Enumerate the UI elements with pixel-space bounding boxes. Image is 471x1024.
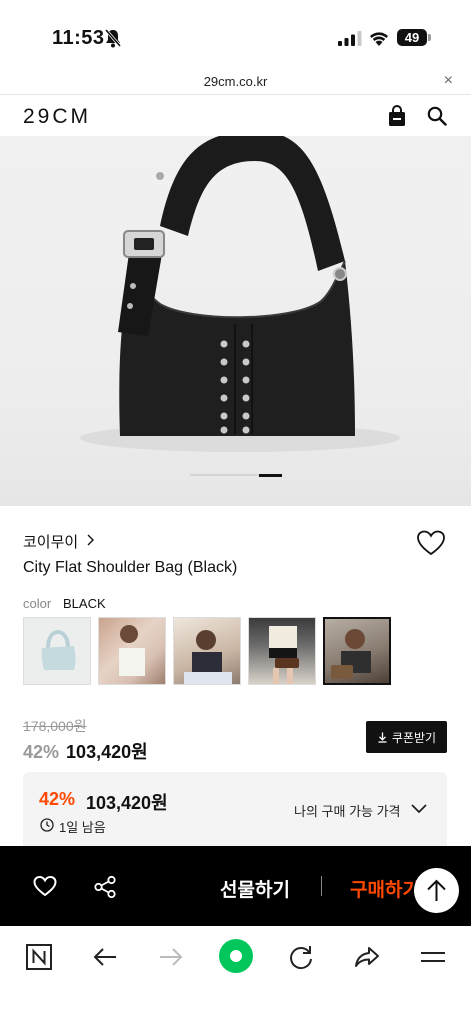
swatch-2[interactable] (98, 617, 166, 685)
search-icon[interactable] (427, 106, 447, 126)
swatch-image (269, 626, 299, 684)
forward-arrow-icon[interactable] (157, 943, 185, 971)
battery-tip (428, 34, 431, 41)
chevron-down-icon[interactable] (411, 804, 427, 814)
shopping-bag-icon[interactable] (387, 105, 407, 127)
share-icon[interactable] (93, 875, 117, 899)
wishlist-heart-icon[interactable] (33, 875, 57, 897)
heart-icon[interactable] (416, 529, 446, 557)
swatch-4[interactable] (248, 617, 316, 685)
swatch-image (119, 625, 145, 676)
discount-rate: 42% (23, 742, 60, 762)
divider (321, 876, 322, 896)
share-arrow-icon[interactable] (353, 943, 381, 971)
color-label: color (23, 596, 52, 611)
site-logo[interactable]: 29CM (23, 105, 91, 129)
time-remaining: 1일 남음 (59, 820, 106, 835)
refresh-icon[interactable] (287, 943, 315, 971)
wifi-icon (370, 32, 388, 46)
brand-link[interactable]: 코이무이 (23, 531, 78, 552)
swatch-image (184, 630, 232, 684)
price-row: 42% 103,420원 (23, 738, 148, 764)
back-arrow-icon[interactable] (91, 943, 119, 971)
my-price-panel[interactable]: 42% 103,420원 1일 남음 나의 구매 가능 가격 (23, 772, 447, 848)
site-header: 29CM (0, 96, 471, 136)
naver-home-icon[interactable] (25, 943, 53, 971)
status-bar: 11:53 49 (0, 0, 471, 70)
sale-price: 103,420원 (66, 742, 148, 762)
my-price: 103,420원 (86, 793, 168, 813)
gift-button[interactable]: 선물하기 (220, 875, 290, 902)
coupon-label: 쿠폰받기 (391, 730, 437, 745)
swatch-image (331, 629, 371, 679)
menu-icon[interactable] (419, 943, 447, 971)
color-value: BLACK (63, 596, 106, 611)
url-bar[interactable]: 29cm.co.kr × (0, 70, 471, 95)
product-image-gallery[interactable] (0, 136, 471, 506)
purchase-action-bar: 선물하기 구매하기 (0, 846, 471, 926)
signal-icon (338, 31, 362, 46)
arrow-up-icon (427, 879, 446, 901)
swatch-1[interactable] (23, 617, 91, 685)
pagination-active (259, 474, 282, 477)
color-swatches (23, 617, 393, 685)
chevron-right-icon[interactable] (86, 534, 94, 546)
my-discount-rate: 42% (39, 789, 76, 809)
url-text[interactable]: 29cm.co.kr (0, 74, 471, 89)
naver-green-dot-button[interactable] (219, 939, 253, 973)
gallery-pagination (190, 474, 282, 477)
bell-off-icon (104, 29, 122, 48)
swatch-image (41, 630, 76, 670)
scroll-to-top-button[interactable] (414, 868, 459, 913)
status-time: 11:53 (52, 27, 105, 49)
original-price: 178,000원 (23, 718, 87, 734)
swatch-5[interactable] (323, 617, 391, 685)
my-price-label[interactable]: 나의 구매 가능 가격 (294, 801, 401, 820)
close-icon[interactable]: × (444, 72, 453, 90)
green-dot-inner (230, 950, 242, 962)
browser-toolbar (0, 926, 471, 1024)
swatch-3[interactable] (173, 617, 241, 685)
product-image (80, 136, 400, 452)
clock-icon (40, 818, 54, 832)
download-icon (378, 732, 387, 743)
coupon-button[interactable]: 쿠폰받기 (366, 721, 447, 753)
battery-icon: 49 (397, 29, 427, 46)
product-name: City Flat Shoulder Bag (Black) (23, 559, 238, 576)
